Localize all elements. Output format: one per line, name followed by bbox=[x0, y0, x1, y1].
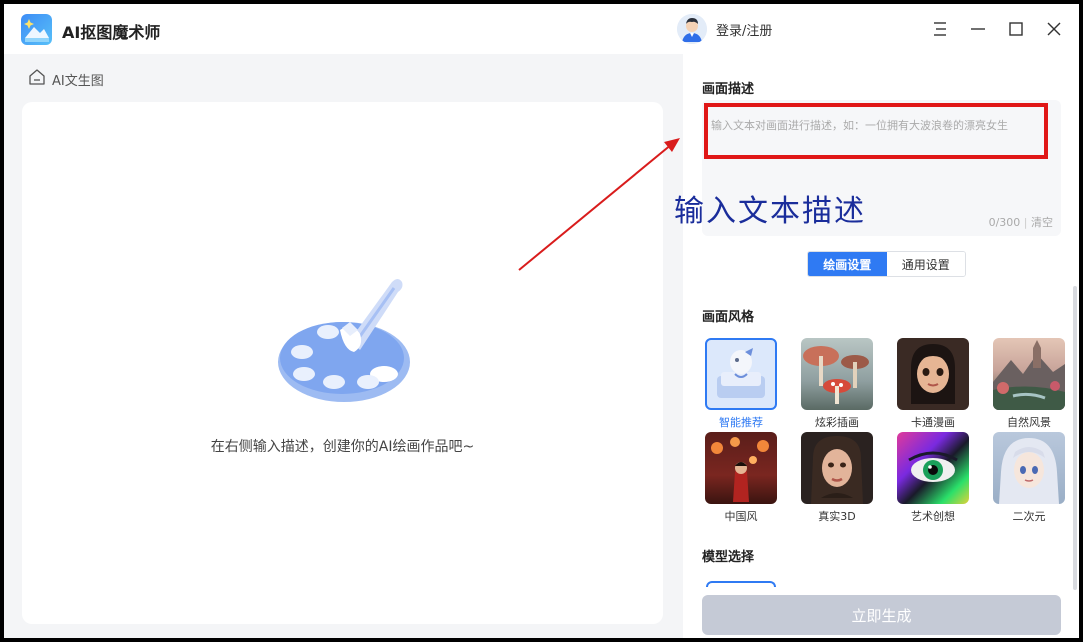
menu-icon[interactable] bbox=[927, 16, 953, 42]
clear-button[interactable]: 清空 bbox=[1031, 216, 1053, 229]
style-label: 自然风景 bbox=[1007, 416, 1051, 429]
minimize-icon[interactable] bbox=[965, 16, 991, 42]
app-logo-icon bbox=[21, 14, 52, 45]
style-item-anime[interactable]: 二次元 bbox=[993, 432, 1065, 524]
char-counter: 0/300 bbox=[988, 216, 1021, 229]
description-title: 画面描述 bbox=[702, 82, 755, 97]
annotation-highlight-box bbox=[704, 103, 1048, 159]
style-thumb-colorful bbox=[801, 338, 873, 410]
palette-icon bbox=[272, 270, 422, 414]
style-item-landscape[interactable]: 自然风景 bbox=[993, 338, 1065, 430]
style-thumb-landscape bbox=[993, 338, 1065, 410]
title-bar: AI抠图魔术师 登录/注册 bbox=[4, 4, 1079, 54]
style-item-colorful[interactable]: 炫彩插画 bbox=[801, 338, 873, 430]
style-item-cartoon[interactable]: 卡通漫画 bbox=[897, 338, 969, 430]
counter-divider: | bbox=[1023, 216, 1031, 229]
model-option-partial[interactable] bbox=[706, 581, 776, 587]
style-thumb-cartoon bbox=[897, 338, 969, 410]
tab-drawing-settings[interactable]: 绘画设置 bbox=[808, 252, 887, 276]
settings-panel: 画面描述 0/300 | 清空 绘画设置 通用设置 画面风格 bbox=[683, 54, 1079, 638]
user-avatar-icon[interactable] bbox=[677, 14, 707, 44]
style-title: 画面风格 bbox=[702, 310, 755, 325]
style-thumb-anime bbox=[993, 432, 1065, 504]
breadcrumb[interactable]: AI文生图 bbox=[28, 68, 104, 90]
app-window: AI抠图魔术师 登录/注册 AI文生图 在右侧输入描述，创建你的AI绘画作品吧~… bbox=[4, 4, 1079, 638]
style-label: 中国风 bbox=[724, 510, 758, 523]
style-thumb-art bbox=[897, 432, 969, 504]
generate-button[interactable]: 立即生成 bbox=[702, 595, 1061, 635]
style-label: 炫彩插画 bbox=[815, 416, 859, 429]
settings-scrollbar[interactable] bbox=[1073, 286, 1077, 590]
description-counter: 0/300 | 清空 bbox=[989, 214, 1053, 230]
style-item-smart[interactable]: 智能推荐 bbox=[705, 338, 777, 430]
app-title: AI抠图魔术师 bbox=[62, 23, 161, 42]
style-item-chinese[interactable]: 中国风 bbox=[705, 432, 777, 524]
style-thumb-smart bbox=[705, 338, 777, 410]
style-label: 二次元 bbox=[1012, 510, 1046, 523]
style-label: 艺术创想 bbox=[911, 510, 955, 523]
breadcrumb-label: AI文生图 bbox=[52, 73, 104, 89]
login-link[interactable]: 登录/注册 bbox=[716, 20, 772, 39]
style-item-art[interactable]: 艺术创想 bbox=[897, 432, 969, 524]
style-thumb-real3d bbox=[801, 432, 873, 504]
model-title: 模型选择 bbox=[702, 550, 755, 565]
home-icon[interactable] bbox=[28, 68, 46, 90]
style-label: 卡通漫画 bbox=[911, 416, 955, 429]
close-icon[interactable] bbox=[1041, 16, 1067, 42]
maximize-icon[interactable] bbox=[1003, 16, 1029, 42]
canvas-panel: 在右侧输入描述，创建你的AI绘画作品吧~ bbox=[22, 102, 663, 624]
annotation-text: 输入文本描述 bbox=[674, 194, 866, 229]
style-thumb-chinese bbox=[705, 432, 777, 504]
tab-general-settings[interactable]: 通用设置 bbox=[886, 252, 965, 276]
style-label: 真实3D bbox=[818, 510, 856, 523]
style-label: 智能推荐 bbox=[719, 416, 763, 429]
style-item-real3d[interactable]: 真实3D bbox=[801, 432, 873, 524]
settings-tabs: 绘画设置 通用设置 bbox=[807, 251, 966, 277]
empty-state-text: 在右侧输入描述，创建你的AI绘画作品吧~ bbox=[210, 439, 475, 455]
